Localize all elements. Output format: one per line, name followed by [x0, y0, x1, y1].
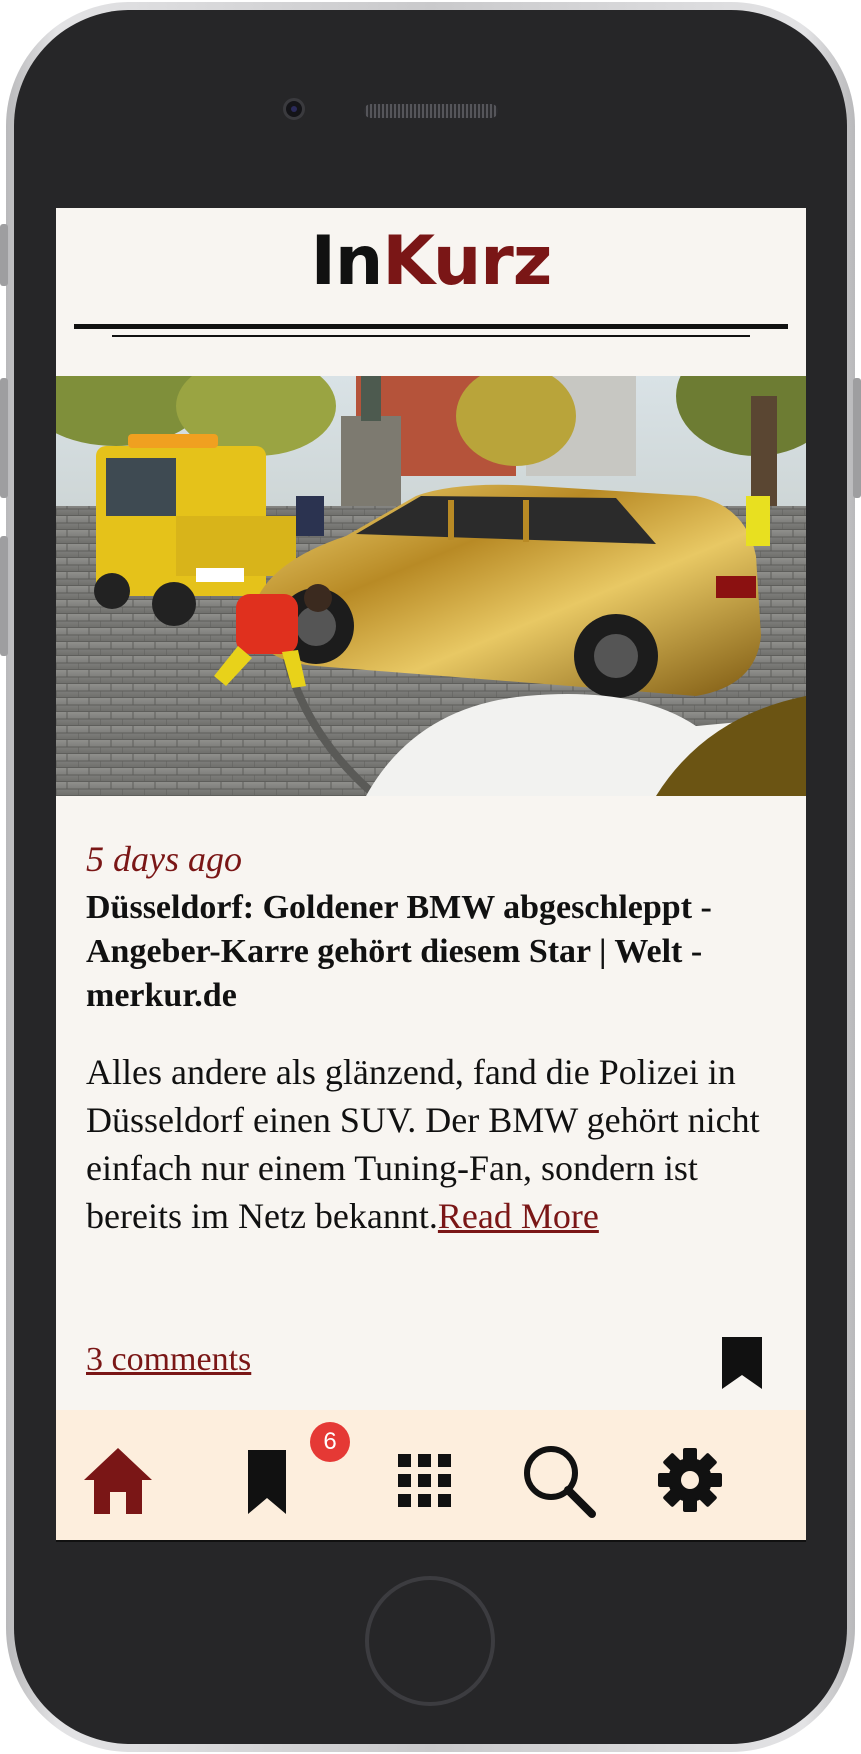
article-summary: Alles andere als glänzend, fand die Poli… [86, 1048, 776, 1240]
search-icon [524, 1446, 596, 1518]
grid-icon [398, 1454, 451, 1507]
nav-settings-button[interactable] [650, 1440, 730, 1520]
read-more-link[interactable]: Read More [438, 1196, 599, 1236]
header-divider-thick [74, 324, 788, 329]
article-image[interactable] [56, 376, 806, 796]
volume-up-button [0, 378, 8, 498]
logo-kurz: Kurz [382, 222, 552, 301]
app-logo: InKurz [56, 222, 806, 302]
article-footer: 3 comments [86, 1335, 776, 1397]
comments-link[interactable]: 3 comments [86, 1341, 251, 1379]
article-headline[interactable]: Düsseldorf: Goldener BMW abgeschleppt - … [86, 886, 776, 1018]
mute-switch [0, 224, 8, 286]
home-icon [84, 1448, 152, 1514]
header-divider-thin [112, 335, 750, 337]
article-summary-text: Alles andere als glänzend, fand die Poli… [86, 1052, 760, 1236]
app-header: InKurz [56, 208, 806, 374]
nav-bookmarks-button[interactable] [228, 1440, 308, 1520]
nav-home-button[interactable] [78, 1440, 158, 1520]
power-button [853, 378, 861, 498]
gear-icon [658, 1448, 722, 1512]
article-photo-illustration [56, 376, 806, 796]
volume-down-button [0, 536, 8, 656]
bookmarks-count-badge: 6 [310, 1422, 350, 1462]
bottom-navigation: 6 [56, 1410, 806, 1542]
logo-in: In [310, 222, 384, 301]
nav-categories-button[interactable] [384, 1440, 464, 1520]
app-screen: InKurz 5 days ago Düsseldorf: Goldener B… [56, 208, 806, 1542]
article-timestamp: 5 days ago [86, 839, 242, 879]
bookmark-icon[interactable] [720, 1335, 764, 1391]
article-content: 5 days ago Düsseldorf: Goldener BMW abge… [86, 836, 776, 1240]
home-hardware-button[interactable] [365, 1576, 495, 1706]
earpiece-speaker [364, 104, 498, 118]
front-camera [283, 98, 305, 120]
bookmark-icon [248, 1450, 286, 1514]
nav-search-button[interactable] [518, 1440, 598, 1520]
